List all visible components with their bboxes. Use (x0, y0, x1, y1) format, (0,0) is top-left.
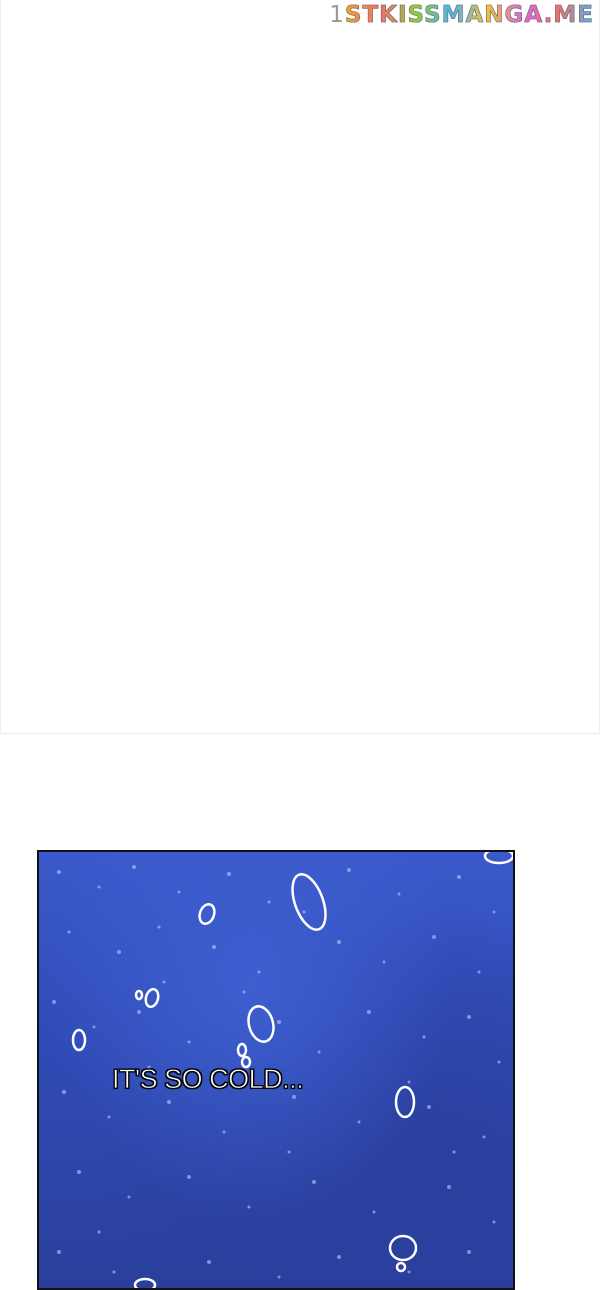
bubble (394, 1085, 416, 1119)
watermark-number: 1 (329, 2, 345, 28)
underwater-panel: IT'S SO COLD... (37, 850, 515, 1290)
narration-caption: IT'S SO COLD... (112, 1064, 305, 1095)
bubble (198, 903, 216, 925)
page-divider (0, 733, 600, 734)
bubble (388, 1234, 418, 1262)
watermark-text: STKISSMANGA.ME (344, 2, 594, 29)
bubble (483, 852, 513, 865)
bubble-large (291, 873, 327, 931)
bubble (395, 1261, 407, 1273)
bubble (71, 1028, 87, 1052)
site-watermark: 1STKISSMANGA.ME (329, 2, 594, 29)
bubble (133, 1277, 157, 1288)
bubble (236, 1042, 248, 1058)
comic-page: 1STKISSMANGA.ME IT'S SO COLD... (0, 0, 600, 1290)
bubble (144, 987, 160, 1009)
bubble (134, 989, 144, 1001)
watermark-label: STKISSMANGA.ME (344, 2, 594, 29)
blank-panel-area (0, 0, 600, 733)
bubble (247, 1005, 275, 1043)
